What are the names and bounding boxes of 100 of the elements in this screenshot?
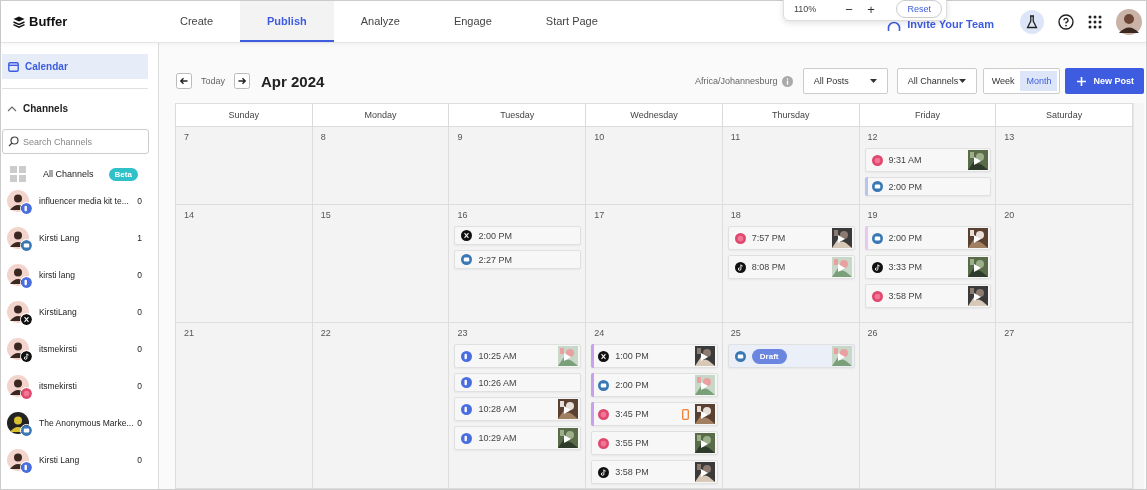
avatar-icon[interactable] — [1116, 8, 1142, 35]
post-count: 0 — [137, 306, 142, 317]
channel-icon — [598, 350, 610, 362]
play-icon — [700, 382, 708, 390]
plus-icon — [1077, 76, 1087, 86]
post-card[interactable]: 3:55 PM — [591, 431, 718, 455]
draft-badge: Draft — [751, 348, 787, 364]
post-card[interactable]: 2:00 PM — [864, 177, 992, 196]
post-time: 3:58 PM — [615, 467, 649, 477]
previous-button[interactable] — [176, 73, 192, 89]
day-number: 18 — [730, 210, 742, 220]
help-icon[interactable] — [1058, 13, 1074, 30]
day-number: 27 — [1004, 328, 1016, 338]
today-button[interactable]: Today — [201, 76, 226, 86]
next-button[interactable] — [234, 73, 251, 89]
apps-grid-icon[interactable] — [1088, 14, 1102, 29]
search-icon — [8, 136, 19, 147]
post-time: 10:26 AM — [478, 377, 517, 388]
beta-badge: Beta — [108, 167, 138, 181]
channel-icon — [598, 466, 610, 478]
channel-icon — [598, 437, 610, 449]
zoom-out-button[interactable]: − — [838, 2, 860, 16]
channel-name[interactable]: kirsti lang — [39, 269, 138, 280]
post-card[interactable]: 2:00 PM — [454, 226, 582, 245]
post-card[interactable]: 7:57 PM — [727, 226, 855, 250]
post-card[interactable]: 1:00 PM — [591, 344, 718, 368]
play-icon — [700, 411, 708, 419]
view-option[interactable]: Month — [1020, 71, 1058, 91]
play-icon — [564, 406, 572, 414]
new-post-button[interactable]: New Post — [1065, 68, 1144, 94]
day-number: 15 — [320, 210, 332, 220]
channel-name[interactable]: itsmekirsti — [39, 380, 138, 391]
post-count: 1 — [137, 232, 142, 243]
play-icon — [974, 293, 982, 301]
day-number: 7 — [184, 132, 190, 142]
post-card[interactable]: 9:31 AM — [864, 148, 992, 172]
post-count: 0 — [137, 343, 142, 354]
view-option[interactable]: Week — [985, 71, 1021, 91]
nav-tab[interactable]: Start Page — [518, 1, 625, 42]
channel-icon — [461, 377, 473, 388]
play-icon — [700, 440, 708, 448]
caret-icon — [869, 79, 877, 83]
nav-tab[interactable]: Publish — [240, 1, 334, 42]
channel-icon — [461, 432, 473, 444]
channel-name[interactable]: KirstiLang — [39, 306, 138, 317]
play-icon — [564, 353, 572, 361]
channel-name[interactable]: itsmekirsti — [39, 343, 138, 354]
channel-name[interactable]: The Anonymous Marke... — [39, 417, 138, 428]
all-channels-link[interactable]: All Channels — [43, 169, 94, 179]
channel-icon — [598, 408, 610, 420]
post-time: 7:57 PM — [751, 233, 786, 243]
post-card[interactable]: 10:29 AM — [454, 426, 582, 450]
search-field[interactable]: Search Channels — [2, 129, 149, 154]
post-card[interactable]: 3:58 PM — [864, 284, 992, 308]
post-card[interactable]: 10:26 AM — [454, 373, 582, 392]
channel-icon — [871, 181, 883, 192]
weekday-header: Sunday — [176, 104, 313, 127]
day-number: 26 — [867, 328, 879, 338]
nav-tab[interactable]: Analyze — [333, 1, 427, 42]
channel-icon — [20, 312, 33, 326]
post-card[interactable]: 2:00 PM — [591, 373, 718, 397]
post-time: 2:00 PM — [615, 380, 649, 390]
zoom-in-button[interactable]: + — [860, 2, 882, 16]
post-card[interactable]: 2:00 PM — [864, 226, 992, 250]
weekday-header: Monday — [312, 104, 450, 127]
zoom-level: 110% — [794, 4, 818, 14]
post-card[interactable]: 8:08 PM — [727, 255, 855, 279]
channels-toggle[interactable]: Channels — [1, 89, 158, 114]
post-card[interactable]: 2:27 PM — [454, 250, 582, 269]
day-number: 19 — [867, 210, 879, 220]
filter-dropdown[interactable]: All Channels — [896, 68, 977, 94]
post-card[interactable]: 3:58 PM — [591, 460, 718, 484]
play-icon — [837, 235, 845, 243]
post-card[interactable]: 3:45 PM — [591, 402, 718, 426]
filter-dropdown[interactable]: All Posts — [802, 68, 888, 94]
scrollbar[interactable] — [1133, 103, 1144, 489]
flask-icon[interactable] — [1020, 9, 1044, 34]
post-time: 10:28 AM — [478, 404, 517, 414]
post-card[interactable]: 3:33 PM — [864, 255, 992, 279]
channel-name[interactable]: Kirsti Lang — [39, 232, 138, 243]
nav-tab[interactable]: Engage — [426, 1, 519, 42]
calendar-nav-item[interactable]: Calendar — [2, 54, 148, 79]
post-time: 10:25 AM — [478, 351, 517, 361]
channel-icon — [871, 232, 883, 244]
play-icon — [837, 264, 845, 272]
channel-name[interactable]: influencer media kit te... — [39, 195, 138, 206]
day-number: 10 — [594, 132, 606, 142]
post-card[interactable]: 10:25 AM — [454, 344, 582, 368]
nav-tab[interactable]: Create — [153, 1, 241, 42]
day-number: 25 — [730, 328, 742, 338]
weekday-header: Friday — [859, 104, 997, 127]
channel-icon — [461, 350, 473, 362]
channel-icon — [20, 238, 33, 252]
channel-name[interactable]: Kirsti Lang — [39, 454, 138, 465]
play-icon — [564, 435, 572, 443]
post-count: 0 — [137, 380, 142, 391]
info-icon — [781, 75, 793, 87]
post-time: 1:00 PM — [615, 351, 649, 361]
avatar-icon — [7, 300, 29, 323]
post-card[interactable]: 10:28 AM — [454, 397, 582, 421]
